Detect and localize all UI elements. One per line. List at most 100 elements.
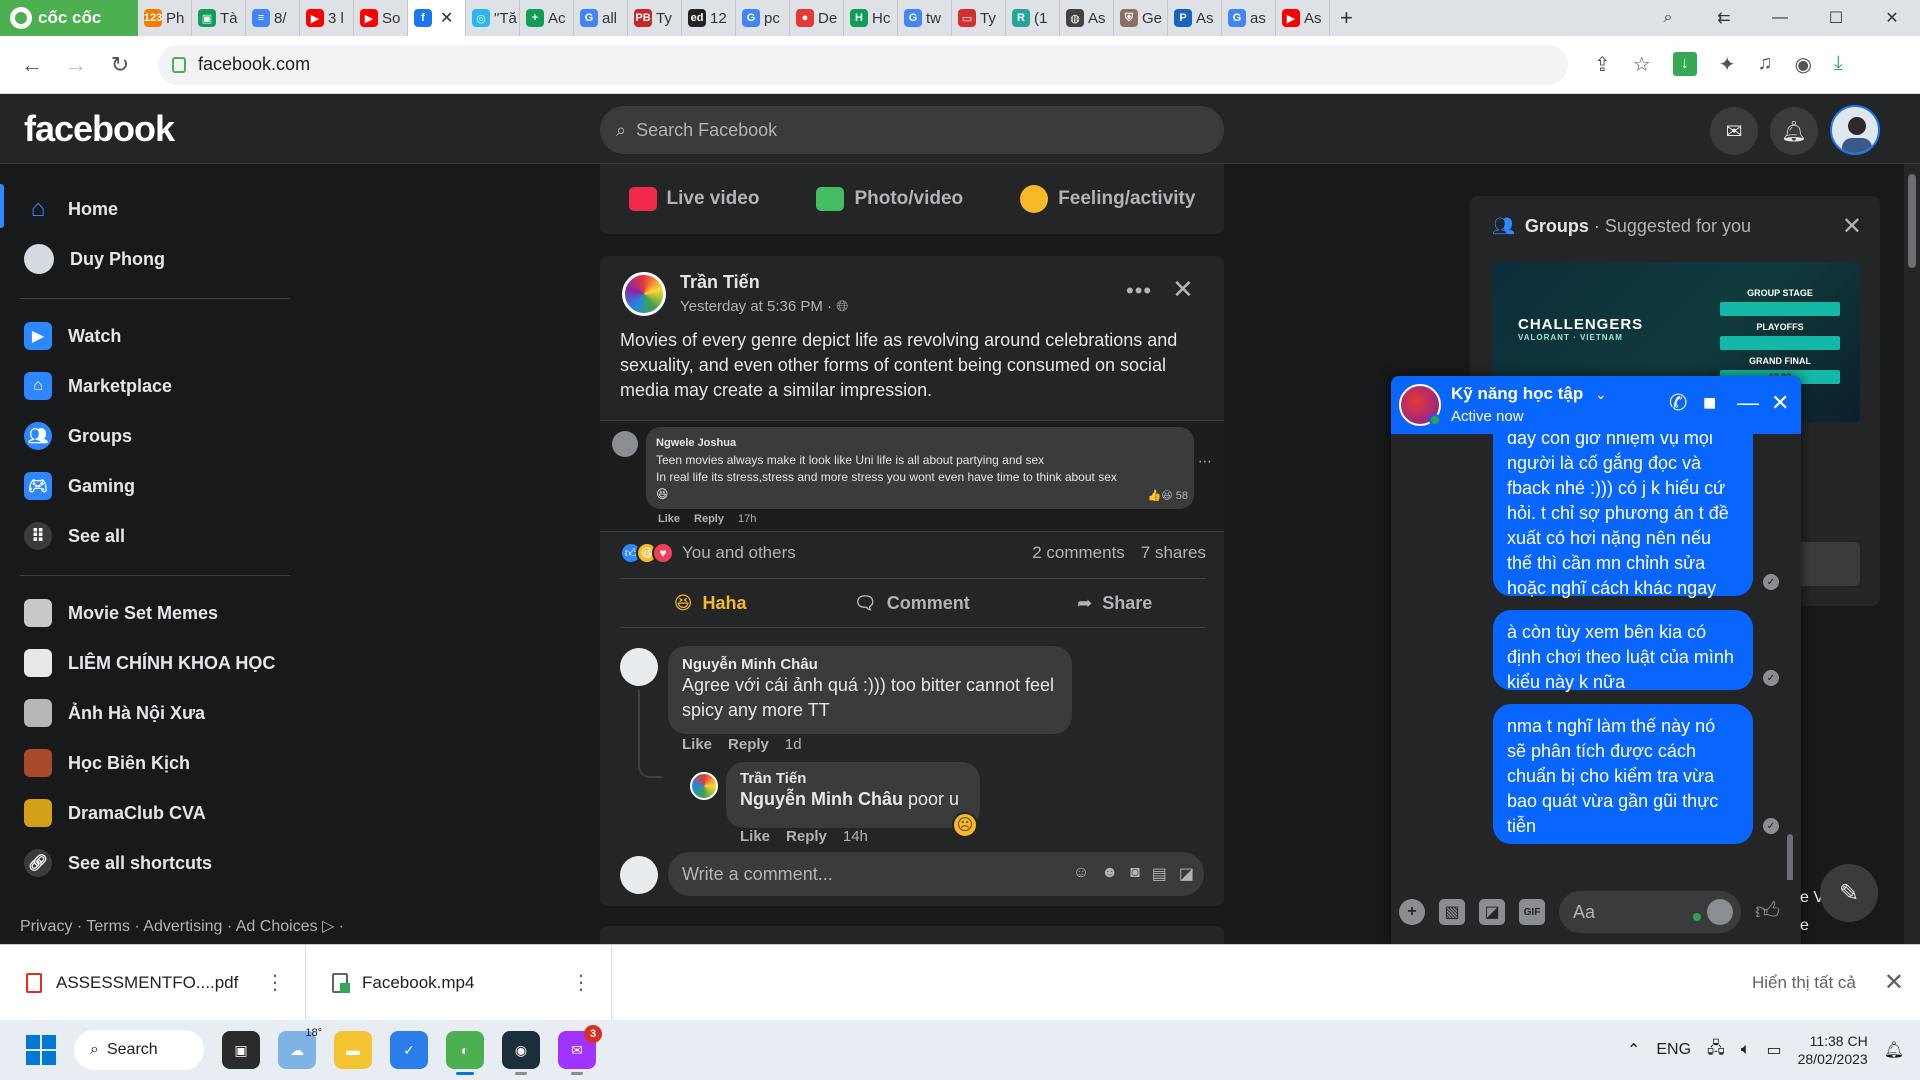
messenger-button[interactable]: ✉ [1710, 107, 1758, 155]
browser-tab[interactable]: PB Ty [628, 0, 682, 36]
shortcut-item[interactable]: Ảnh Hà Nội Xưa [0, 688, 360, 738]
close-download-bar-icon[interactable]: ✕ [1884, 968, 1904, 997]
sticker-icon[interactable]: ◪ [1179, 864, 1194, 884]
post-time[interactable]: Yesterday at 5:36 PM · [680, 298, 836, 315]
shortcut-item[interactable]: Movie Set Memes [0, 588, 360, 638]
browser-tab[interactable]: ▶ As [1276, 0, 1330, 36]
clock[interactable]: 11:38 CH 28/02/2023 [1798, 1032, 1868, 1068]
more-options-icon[interactable]: ⋮ [571, 970, 591, 995]
comment-reply-link[interactable]: Reply [728, 736, 769, 753]
share-icon[interactable]: ⇪ [1594, 52, 1611, 77]
chevron-down-icon[interactable]: ⌄ [1595, 386, 1607, 403]
todo-icon[interactable]: ✓ [390, 1031, 428, 1069]
browser-tab[interactable]: ▶ 3 l [300, 0, 354, 36]
close-tab-icon[interactable]: ✕ [440, 8, 453, 28]
reply-like-link[interactable]: Like [740, 828, 770, 845]
commenter-avatar[interactable] [620, 648, 658, 686]
app-icon[interactable]: ◉ [502, 1031, 540, 1075]
taskbar-search[interactable]: ⌕ Search [74, 1030, 204, 1070]
new-tab-button[interactable]: + [1330, 5, 1363, 31]
url-field[interactable]: facebook.com [158, 44, 1568, 85]
gif-icon[interactable]: GIF [1519, 899, 1545, 925]
shortcut-item[interactable]: DramaClub CVA [0, 788, 360, 838]
reactions-text[interactable]: You and others [682, 543, 796, 563]
chat-scrollbar[interactable] [1787, 834, 1793, 880]
browser-tab[interactable]: f ✕ [408, 0, 466, 36]
camera-icon[interactable]: ◙ [1130, 864, 1140, 884]
network-icon[interactable]: 🖧︎ [1707, 1037, 1725, 1064]
battery-icon[interactable]: ▭ [1766, 1040, 1781, 1060]
browser-tab[interactable]: ≡ 8/ [246, 0, 300, 36]
forward-button[interactable]: → [54, 52, 98, 78]
browser-tab[interactable]: ▭ Ty [952, 0, 1006, 36]
sidebar-item-gaming[interactable]: 🎮︎ Gaming [0, 461, 360, 511]
browser-tab[interactable]: R (1 [1006, 0, 1060, 36]
task-view-icon[interactable]: ▣ [222, 1031, 260, 1069]
facebook-search-input[interactable]: ⌕ Search Facebook [600, 106, 1224, 154]
minimize-button[interactable]: — [1752, 9, 1808, 27]
download-item[interactable]: ASSESSMENTFO....pdf ⋮ [0, 944, 306, 1021]
more-options-icon[interactable]: ⋮ [265, 970, 285, 995]
close-chat-icon[interactable]: ✕ [1771, 390, 1789, 416]
thumbs-up-icon[interactable]: 👍︎ [1755, 898, 1780, 926]
chat-message-input[interactable]: Aa [1559, 891, 1741, 933]
post-more-options-button[interactable]: ••• [1126, 278, 1152, 304]
gif-icon[interactable]: ▤ [1152, 864, 1167, 884]
browser-tab[interactable]: Gas [1222, 0, 1276, 36]
commenter-name[interactable]: Nguyễn Minh Châu [682, 656, 1058, 673]
maximize-button[interactable]: ☐ [1808, 8, 1864, 28]
bookmark-star-icon[interactable]: ☆ [1633, 52, 1651, 77]
sad-reaction-icon[interactable]: ☹ [952, 812, 978, 838]
browser-tab[interactable]: P As [1168, 0, 1222, 36]
file-explorer-icon[interactable]: ▬ [334, 1031, 372, 1069]
browser-tab[interactable]: ⛨ Ge [1114, 0, 1168, 36]
sidebar-item-watch[interactable]: ▶ Watch [0, 311, 360, 361]
sidebar-item-see-all[interactable]: ⠿ See all [0, 511, 360, 561]
extensions-icon[interactable]: ✦ [1719, 52, 1736, 77]
post-image[interactable]: Ngwele Joshua Teen movies always make it… [600, 420, 1224, 532]
new-message-button[interactable]: ✎ [1820, 864, 1878, 922]
browser-tab[interactable]: ed 12 [682, 0, 736, 36]
browser-tab[interactable]: 123 Ph [138, 0, 192, 36]
footer-links[interactable]: Privacy · Terms · Advertising · Ad Choic… [20, 916, 344, 936]
sidebar-item-profile[interactable]: Duy Phong [0, 234, 360, 284]
emoji-icon[interactable]: ☻ [1101, 864, 1118, 884]
browser-tab[interactable]: Gtw [898, 0, 952, 36]
share-button[interactable]: ➦ Share [1077, 593, 1152, 614]
browser-tab[interactable]: H Hc [844, 0, 898, 36]
close-icon[interactable]: ✕ [1842, 212, 1862, 241]
sidebar-item-see-all-shortcuts[interactable]: 🔗︎ See all shortcuts [0, 838, 360, 888]
coccoc-brand-button[interactable]: cốc cốc [0, 0, 138, 36]
reload-button[interactable]: ↻ [98, 52, 142, 78]
browser-tab[interactable]: ▶ So [354, 0, 408, 36]
minimize-chat-icon[interactable]: — [1737, 390, 1759, 416]
scrollbar-thumb[interactable] [1908, 174, 1916, 268]
photo-video-button[interactable]: Photo/video [816, 187, 963, 211]
back-forward-cache-icon[interactable]: ⇇ [1696, 8, 1752, 28]
haha-button[interactable]: 😆︎ Haha [674, 593, 747, 614]
emoji-icon[interactable] [1707, 899, 1733, 925]
media-icon[interactable]: ♫ [1757, 52, 1772, 77]
mention-link[interactable]: Nguyễn Minh Châu [740, 789, 903, 809]
show-all-downloads-link[interactable]: Hiển thị tất cả [1752, 973, 1856, 993]
post-author-name[interactable]: Trần Tiến [680, 272, 760, 293]
browser-tab[interactable]: ● De [790, 0, 844, 36]
reply-time[interactable]: 14h [843, 828, 868, 845]
post-author-avatar[interactable] [622, 272, 666, 316]
profile-icon[interactable]: ◉ [1794, 52, 1811, 77]
chat-header[interactable]: Kỹ năng học tập ⌄ Active now ✆ ■ — ✕ [1391, 376, 1801, 434]
coccoc-browser-icon[interactable]: ◐ [446, 1031, 484, 1075]
browser-tab[interactable]: Gpc [736, 0, 790, 36]
avatar-sticker-icon[interactable]: ☺ [1073, 864, 1089, 884]
comment-time[interactable]: 1d [785, 736, 802, 753]
reply-reply-link[interactable]: Reply [786, 828, 827, 845]
comments-count[interactable]: 2 comments [1032, 543, 1125, 563]
sidebar-item-marketplace[interactable]: ⌂ Marketplace [0, 361, 360, 411]
reply-avatar[interactable] [690, 772, 718, 800]
comment-like-link[interactable]: Like [682, 736, 712, 753]
notifications-button[interactable]: 🔔︎ [1770, 107, 1818, 155]
post-hide-button[interactable]: ✕ [1172, 274, 1194, 305]
plus-icon[interactable]: + [1399, 899, 1425, 925]
video-call-icon[interactable]: ■ [1703, 390, 1716, 416]
live-video-button[interactable]: Live video [628, 187, 759, 211]
